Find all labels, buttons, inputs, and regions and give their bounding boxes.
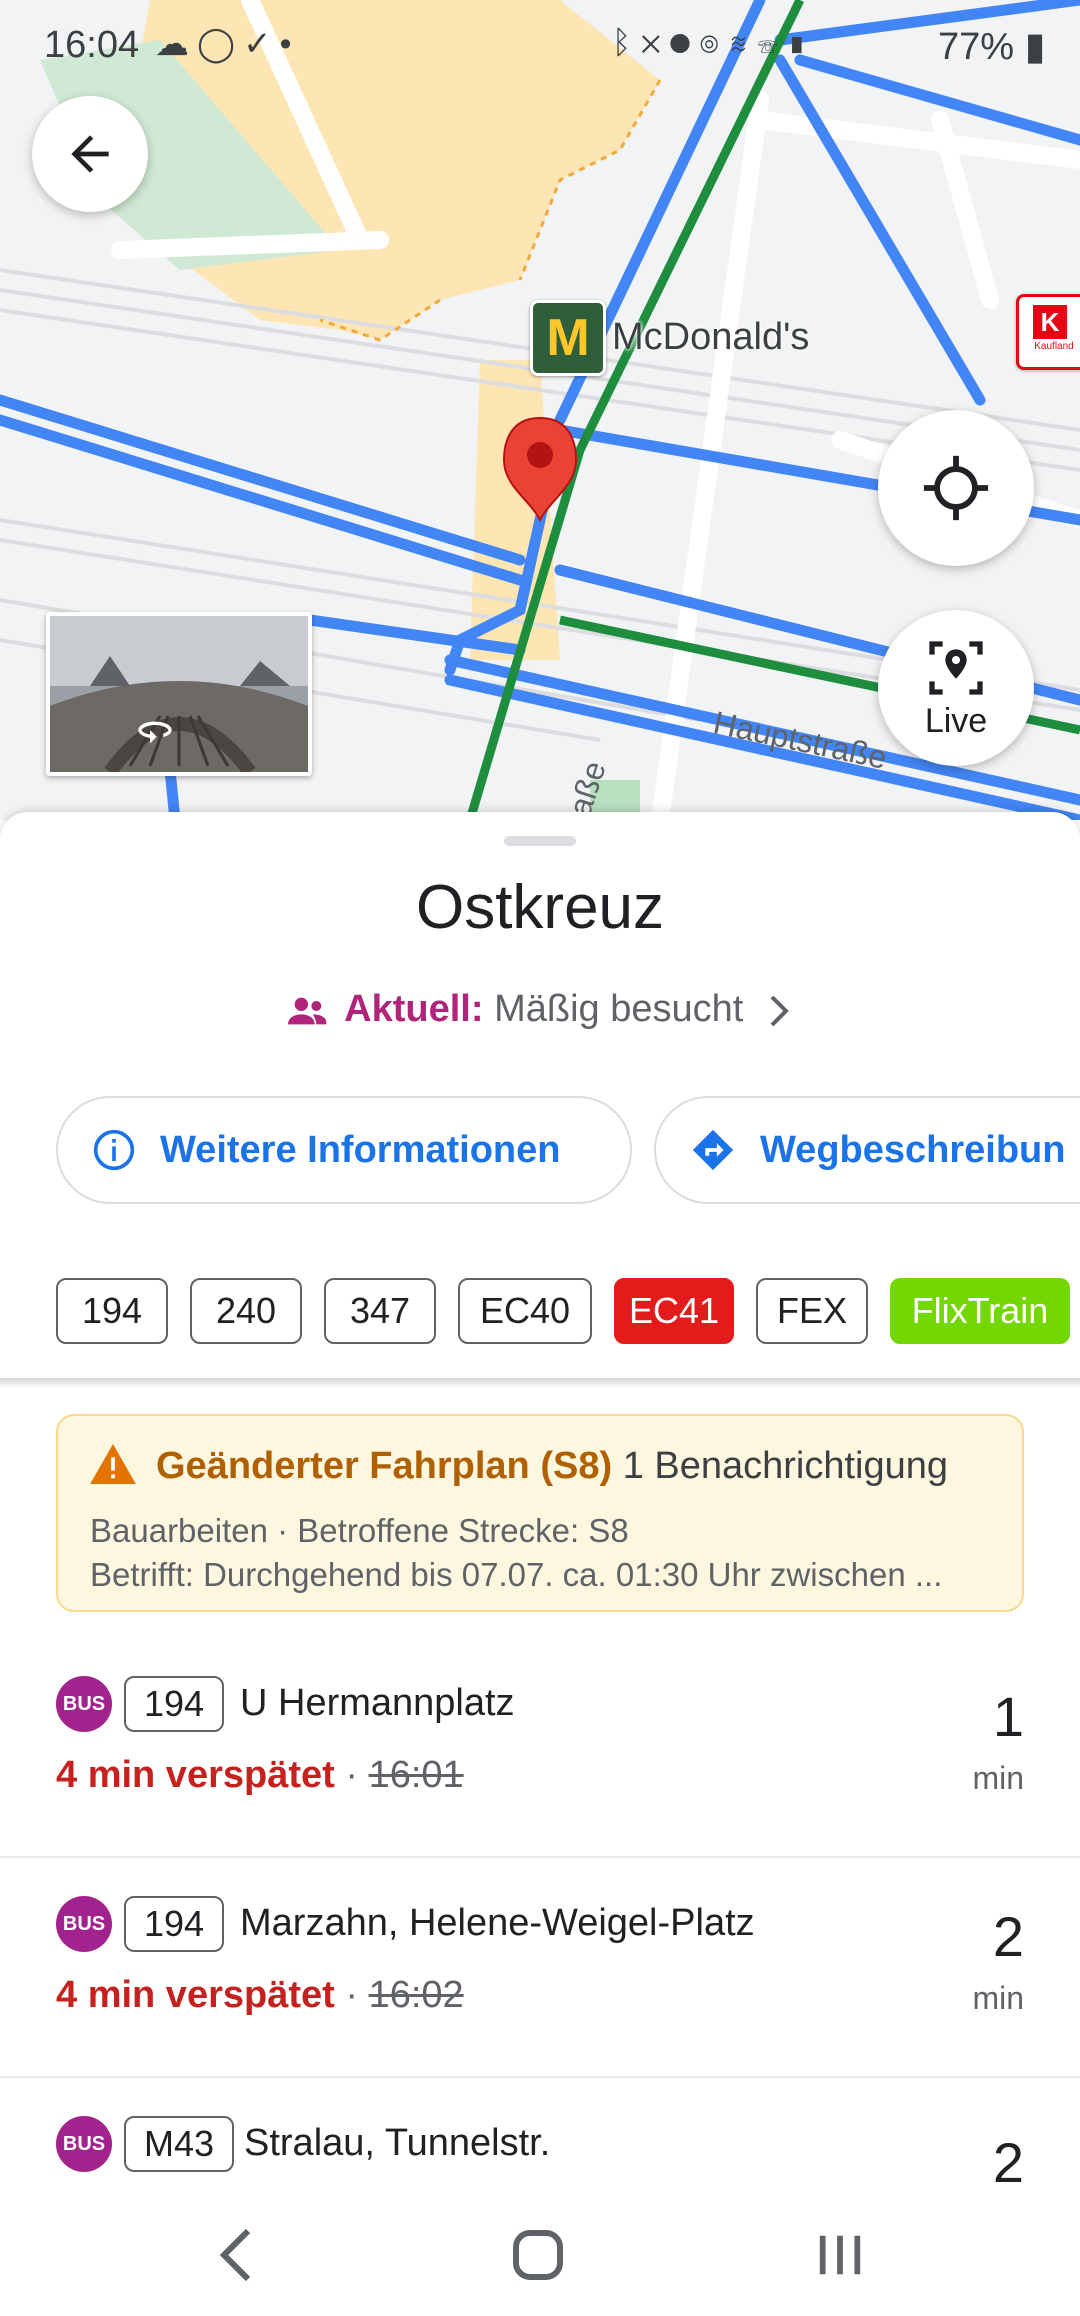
minutes-until: 1 xyxy=(992,1685,1024,1748)
status-time: 16:04 xyxy=(44,24,140,66)
line-chip-347[interactable]: 347 xyxy=(324,1278,436,1344)
my-location-button[interactable] xyxy=(878,410,1034,566)
check-circle-icon: ✓ xyxy=(243,25,280,63)
bus-icon: BUS xyxy=(56,2116,112,2172)
directions-label: Wegbeschreibun xyxy=(760,1128,1066,1171)
bus-icon: BUS xyxy=(56,1896,112,1952)
street-view-thumbnail[interactable] xyxy=(46,612,312,776)
service-alert[interactable]: Geänderter Fahrplan (S8) 1 Benachrichtig… xyxy=(56,1414,1024,1612)
delay-text: 4 min verspätet xyxy=(56,1754,335,1796)
signal-icon: ▮ xyxy=(787,24,817,60)
departure-destination: Marzahn, Helene-Weigel-Platz xyxy=(240,1902,755,1944)
map-view[interactable]: 16:04 ☁◯✓• ᛒ✕⬤◎≋☏▮ 77% ▮ M McDonald's K … xyxy=(0,0,1080,820)
scheduled-time: 16:02 xyxy=(368,1974,464,2016)
status-bar: 16:04 ☁◯✓• ᛒ✕⬤◎≋☏▮ 77% ▮ xyxy=(0,0,1080,92)
place-title: Ostkreuz xyxy=(415,873,665,942)
system-nav-bar xyxy=(0,2192,1080,2316)
poi-mcdonalds-label[interactable]: McDonald's xyxy=(612,316,809,359)
line-chip-ec40[interactable]: EC40 xyxy=(458,1278,592,1344)
departure-delay: 4 min verspätet · 16:01 xyxy=(56,1754,464,1797)
info-icon xyxy=(93,1129,135,1171)
route-chip: 194 xyxy=(124,1676,225,1732)
minutes-until: 2 xyxy=(992,1905,1024,1968)
live-view-icon xyxy=(929,640,983,695)
live-label: Live xyxy=(924,701,988,740)
line-chip-194[interactable]: 194 xyxy=(56,1278,168,1344)
nav-recents-button[interactable] xyxy=(800,2222,880,2288)
line-chip-ec41[interactable]: EC41 xyxy=(614,1278,734,1344)
delay-separator: · xyxy=(345,1974,359,2016)
nav-back-button[interactable] xyxy=(196,2222,276,2288)
wifi-calling-icon: ☏ xyxy=(758,24,788,60)
place-sheet[interactable]: Ostkreuz Aktuell: Mäßig besucht Weitere … xyxy=(0,812,1080,2232)
live-view-button[interactable]: Live xyxy=(878,610,1034,766)
departure-destination: U Hermannplatz xyxy=(240,1682,515,1724)
popularity-row[interactable]: Aktuell: Mäßig besucht xyxy=(0,988,1080,1031)
drag-handle[interactable] xyxy=(504,836,576,846)
line-chip-fex[interactable]: FEX xyxy=(756,1278,868,1344)
alert-count: 1 Benachrichtigung xyxy=(622,1445,949,1487)
notification-icons: ☁◯✓• xyxy=(155,24,299,64)
more-info-label: Weitere Informationen xyxy=(160,1128,561,1171)
mcdonalds-icon[interactable]: M xyxy=(530,300,606,376)
battery-percent: 77% xyxy=(938,26,1015,68)
route-chip: M43 xyxy=(124,2116,235,2172)
nav-home-button[interactable] xyxy=(498,2222,578,2288)
kaufland-icon[interactable]: K Kaufland xyxy=(1016,294,1080,370)
system-icons: ᛒ✕⬤◎≋☏▮ xyxy=(612,24,816,61)
line-chip-240[interactable]: 240 xyxy=(190,1278,302,1344)
warning-icon xyxy=(90,1444,136,1484)
whatsapp-icon: ◯ xyxy=(197,25,244,63)
minutes-unit: min xyxy=(972,1760,1024,1796)
line-chip-flixtrain[interactable]: FlixTrain xyxy=(890,1278,1070,1344)
popularity-label: Aktuell: xyxy=(344,988,484,1030)
nav-recents-icon xyxy=(819,2235,861,2275)
nav-home-icon xyxy=(513,2230,563,2280)
alert-title: Geänderter Fahrplan (S8) xyxy=(156,1445,613,1487)
delay-separator: · xyxy=(345,1754,359,1796)
battery-icon: ▮ xyxy=(1024,26,1046,68)
popularity-status: Mäßig besucht xyxy=(494,988,744,1030)
back-button[interactable] xyxy=(32,96,148,212)
alert-heading: Geänderter Fahrplan (S8) 1 Benachrichtig… xyxy=(90,1444,948,1488)
more-info-button[interactable]: Weitere Informationen xyxy=(56,1096,632,1204)
scheduled-time: 16:01 xyxy=(368,1754,464,1796)
bus-icon: BUS xyxy=(56,1676,112,1732)
arrow-back-icon xyxy=(71,135,109,173)
departure-destination: Stralau, Tunnelstr. xyxy=(244,2122,551,2164)
wifi-icon: ≋ xyxy=(728,24,759,60)
route-chip: 194 xyxy=(124,1896,225,1952)
battery-level: 77% ▮ xyxy=(938,24,1046,69)
alert-line-2: Betrifft: Durchgehend bis 07.07. ca. 01:… xyxy=(90,1556,943,1593)
delay-text: 4 min verspätet xyxy=(56,1974,335,2016)
bluetooth-icon: ᛒ xyxy=(612,24,642,60)
rotate-360-icon xyxy=(138,721,172,744)
hotspot-icon: ◎ xyxy=(699,24,729,60)
departure-delay: 4 min verspätet · 16:02 xyxy=(56,1974,464,2017)
departure-row[interactable]: BUS 194 U Hermannplatz 4 min verspätet ·… xyxy=(0,1636,1080,1858)
people-icon xyxy=(288,997,327,1025)
mute-icon: ✕ xyxy=(641,24,671,60)
minutes-until: 2 xyxy=(992,2131,1024,2194)
chevron-right-icon xyxy=(770,995,789,1027)
divider xyxy=(0,1378,1080,1388)
nav-back-icon xyxy=(219,2228,251,2282)
directions-button[interactable]: Wegbeschreibun xyxy=(654,1096,1080,1204)
directions-icon xyxy=(692,1129,734,1171)
crosshair-icon xyxy=(923,455,989,521)
location-icon: ⬤ xyxy=(670,24,700,60)
cloud-icon: ☁ xyxy=(155,25,197,63)
minutes-unit: min xyxy=(972,1980,1024,2016)
alert-line-1: Bauarbeiten · Betroffene Strecke: S8 xyxy=(90,1512,629,1549)
departure-row[interactable]: BUS 194 Marzahn, Helene-Weigel-Platz 4 m… xyxy=(0,1856,1080,2078)
kaufland-label: Kaufland xyxy=(1034,341,1074,352)
dot-icon: • xyxy=(279,25,300,63)
